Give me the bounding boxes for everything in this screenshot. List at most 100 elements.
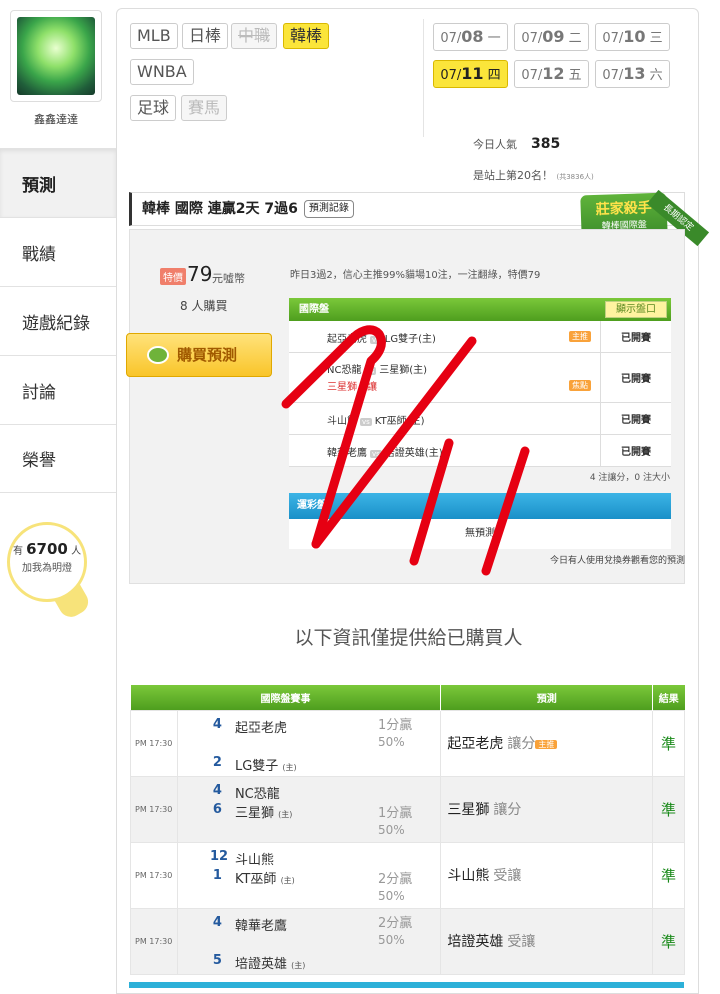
match-teams: NC恐龍 vs 三星獅(主) bbox=[327, 365, 428, 376]
prediction-cell: 斗山熊 受讓 bbox=[440, 841, 654, 909]
team-away: 起亞老虎 bbox=[234, 720, 287, 736]
username[interactable]: 鑫鑫達達 bbox=[0, 111, 112, 127]
sidebar-item-discuss[interactable]: 討論 bbox=[0, 355, 116, 424]
col-header-match: 國際盤賽事 bbox=[130, 685, 442, 710]
score-home: 5 bbox=[212, 952, 222, 968]
league-tab-kbo[interactable]: 韓棒 bbox=[283, 23, 330, 49]
lightbulb-follow-button[interactable]: 有 6700 人 加我為明燈 bbox=[7, 522, 87, 602]
table-row: PM 17:30 4 韓華老鷹 2分贏 50% 5 培證英雄 (主) 培證英雄 受讓… bbox=[130, 907, 685, 975]
results-table: 國際盤賽事 預測 結果 PM 17:30 4 起亞老虎 1分贏 50% 2 LG雙… bbox=[130, 685, 685, 975]
match-line: 三星獅 讓 bbox=[327, 382, 377, 393]
team-away: NC恐龍 bbox=[234, 786, 280, 802]
sidebar-item-predict[interactable]: 預測 bbox=[0, 148, 116, 217]
score-away: 4 bbox=[212, 914, 222, 930]
featured-tag: 主推 bbox=[535, 739, 558, 749]
rank-text: 是站上第20名！ (共3836人) bbox=[473, 169, 594, 182]
match-teams: 4 韓華老鷹 2分贏 50% 5 培證英雄 (主) bbox=[176, 907, 442, 975]
bet-count-note: 4 注讓分，0 注大小 bbox=[589, 473, 670, 483]
match-teams: 4 NC恐龍 6 三星獅 (主) 1分贏 50% bbox=[176, 775, 442, 843]
popularity: 今日人氣 385 bbox=[473, 136, 561, 152]
date-tab-0708[interactable]: 07/08 一 bbox=[433, 23, 508, 51]
intl-odds-header: 國際盤 顯示盤口 bbox=[289, 298, 671, 321]
score-away: 4 bbox=[212, 782, 222, 798]
avatar[interactable] bbox=[10, 10, 102, 102]
featured-tag: 主推 bbox=[569, 331, 591, 342]
team-home: KT巫師 (主) bbox=[234, 871, 295, 887]
match-teams: 韓華老鷹 vs 培證英雄(主) bbox=[327, 448, 443, 459]
date-tab-0710[interactable]: 07/10 三 bbox=[595, 23, 670, 51]
match-time: PM 17:30 bbox=[130, 775, 178, 843]
info-title: 以下資訊僅提供給已購買人 bbox=[294, 627, 523, 649]
sidebar: 鑫鑫達達 預測 戰績 遊戲紀錄 討論 榮譽 有 6700 人 加我為明燈 bbox=[0, 0, 116, 994]
score-away: 4 bbox=[212, 716, 222, 732]
spread-result: 1分贏 50% bbox=[377, 717, 413, 749]
sidebar-item-game-log[interactable]: 遊戲紀錄 bbox=[0, 286, 116, 355]
prediction-cell: 三星獅 讓分 bbox=[440, 775, 654, 843]
lottery-odds-header: 運彩盤 bbox=[289, 493, 671, 519]
score-home: 2 bbox=[212, 754, 222, 770]
score-home: 6 bbox=[212, 801, 222, 817]
col-header-prediction: 預測 bbox=[440, 685, 654, 710]
show-odds-button[interactable]: 顯示盤口 bbox=[605, 301, 667, 318]
buy-prediction-button[interactable]: 購買預測 bbox=[126, 333, 272, 377]
result-cell: 準 bbox=[652, 709, 685, 777]
no-prediction-text: 無預測 bbox=[465, 528, 495, 539]
sidebar-item-record[interactable]: 戰績 bbox=[0, 217, 116, 286]
lottery-odds-table: 運彩盤 無預測 bbox=[289, 493, 671, 549]
result-cell: 準 bbox=[652, 775, 685, 843]
table-row: PM 17:30 4 NC恐龍 6 三星獅 (主) 1分贏 50% 三星獅 讓分 準 bbox=[130, 775, 685, 843]
prediction-summary: 昨日3過2，信心主推99%貓場10注，一注翻綠，特價79 bbox=[290, 270, 541, 281]
date-tab-0712[interactable]: 07/12 五 bbox=[514, 60, 589, 88]
league-tab-soccer[interactable]: 足球 bbox=[130, 95, 177, 121]
team-home: 三星獅 (主) bbox=[234, 805, 293, 821]
league-tab-mlb[interactable]: MLB bbox=[130, 23, 178, 49]
spread-result: 2分贏 50% bbox=[377, 871, 413, 903]
spread-result: 2分贏 50% bbox=[377, 915, 413, 947]
spread-result: 1分贏 50% bbox=[377, 805, 413, 837]
match-status: 已開賽 bbox=[600, 353, 671, 402]
match-time: PM 17:30 bbox=[130, 709, 178, 777]
score-home: 1 bbox=[212, 867, 222, 883]
table-row: 斗山熊 vs KT巫師(主) 已開賽 bbox=[289, 403, 671, 435]
record-button[interactable]: 預測記錄 bbox=[303, 200, 354, 218]
league-tab-cpbl: 中職 bbox=[231, 23, 278, 49]
sidebar-item-honor[interactable]: 榮譽 bbox=[0, 424, 116, 493]
match-teams: 4 起亞老虎 1分贏 50% 2 LG雙子 (主) bbox=[176, 709, 442, 777]
avatar-image bbox=[17, 17, 95, 95]
league-tab-wnba[interactable]: WNBA bbox=[130, 59, 194, 85]
date-tab-0713[interactable]: 07/13 六 bbox=[595, 60, 670, 88]
match-teams: 12 斗山熊 1 KT巫師 (主) 2分贏 50% bbox=[176, 841, 442, 909]
prediction-card-body: 特價 79 元噓幣 8 人購買 購買預測 昨日3過2，信心主推99%貓場10注，… bbox=[126, 229, 685, 584]
table-row: 韓華老鷹 vs 培證英雄(主) 已開賽 bbox=[289, 435, 671, 467]
prediction-cell: 培證英雄 受讓 bbox=[440, 907, 654, 975]
league-tab-npb[interactable]: 日棒 bbox=[182, 23, 229, 49]
table-row: PM 17:30 4 起亞老虎 1分贏 50% 2 LG雙子 (主) 起亞老虎 讓分… bbox=[130, 709, 685, 777]
team-home: 培證英雄 (主) bbox=[234, 956, 306, 972]
date-tab-0709[interactable]: 07/09 二 bbox=[514, 23, 589, 51]
date-tab-0711[interactable]: 07/11 四 bbox=[433, 60, 508, 88]
price-unit: 元噓幣 bbox=[212, 272, 245, 285]
table-row: NC恐龍 vs 三星獅(主) 三星獅 讓 焦點 已開賽 bbox=[289, 353, 671, 403]
buyer-count: 8 人購買 bbox=[180, 299, 228, 313]
match-status: 已開賽 bbox=[600, 321, 671, 352]
result-cell: 準 bbox=[652, 907, 685, 975]
focus-tag: 焦點 bbox=[569, 380, 591, 391]
results-header-row: 國際盤賽事 預測 結果 bbox=[130, 685, 685, 710]
league-tab-horse: 賽馬 bbox=[181, 95, 228, 121]
ticket-note: 今日有人使用兌換券觀看您的預測 bbox=[549, 556, 685, 566]
team-away: 韓華老鷹 bbox=[234, 918, 287, 934]
price-value: 79 bbox=[187, 262, 213, 286]
table-row: 起亞老虎 vs LG雙子(主) 主推 已開賽 bbox=[289, 321, 671, 353]
prediction-cell: 起亞老虎 讓分 主推 bbox=[440, 709, 654, 777]
sidebar-menu: 預測 戰績 遊戲紀錄 討論 榮譽 bbox=[0, 148, 116, 493]
match-status: 已開賽 bbox=[600, 435, 671, 466]
bulb-count: 有 6700 人 bbox=[12, 540, 82, 558]
result-cell: 準 bbox=[652, 841, 685, 909]
bulb-text: 加我為明燈 bbox=[22, 563, 72, 574]
divider bbox=[423, 19, 424, 137]
main-panel: MLB 日棒 中職 韓棒 WNBA 足球 賽馬 07/08 一 07/09 二 … bbox=[116, 8, 710, 994]
table-row: PM 17:30 12 斗山熊 1 KT巫師 (主) 2分贏 50% 斗山熊 受讓 … bbox=[130, 841, 685, 909]
team-away: 斗山熊 bbox=[234, 852, 274, 868]
intl-odds-table: 國際盤 顯示盤口 起亞老虎 vs LG雙子(主) 主推 已開賽 NC恐龍 vs 三星獅(主… bbox=[289, 298, 671, 467]
match-time: PM 17:30 bbox=[130, 907, 178, 975]
